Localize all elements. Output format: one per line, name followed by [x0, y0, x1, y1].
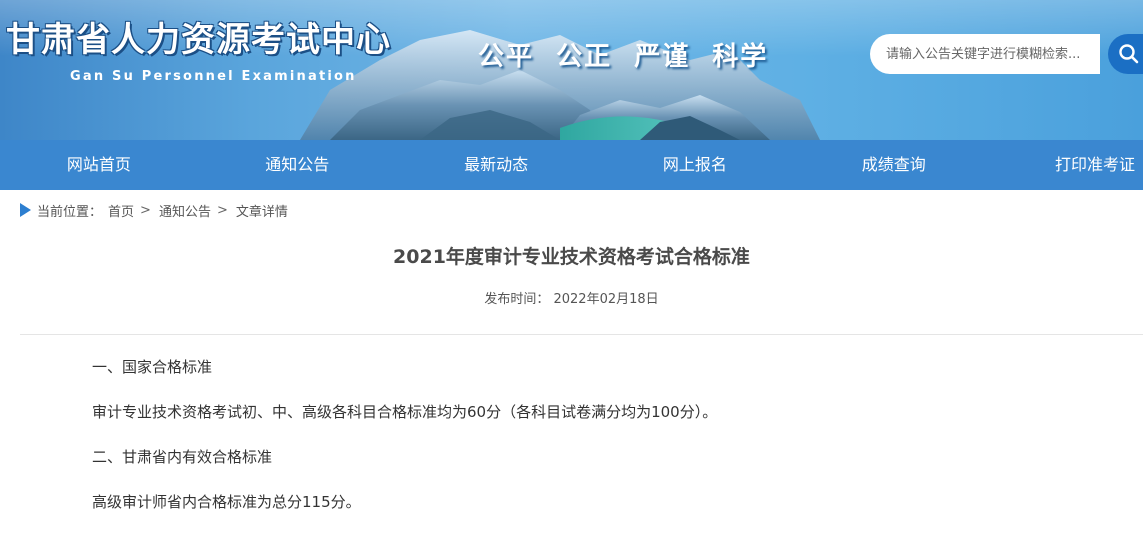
article-paragraph: 一、国家合格标准: [92, 358, 213, 376]
breadcrumb-separator: >: [140, 202, 151, 218]
nav-item-notices[interactable]: 通知公告: [198, 140, 397, 190]
breadcrumb-prefix: 当前位置：: [37, 204, 103, 220]
publish-date-value: 2022年02月18日: [553, 292, 659, 307]
article-paragraph: 高级审计师省内合格标准为总分115分。: [92, 493, 361, 511]
article-paragraph: 二、甘肃省内有效合格标准: [92, 448, 273, 466]
breadcrumb: 当前位置： 首页 > 通知公告 > 文章详情: [0, 190, 1143, 230]
site-logo-title: 甘肃省人力资源考试中心: [6, 20, 391, 60]
nav-item-news[interactable]: 最新动态: [397, 140, 596, 190]
breadcrumb-arrow-icon: [20, 203, 31, 217]
site-logo-subtitle: Gan Su Personnel Examination: [70, 69, 357, 84]
title-divider: [20, 334, 1143, 335]
breadcrumb-link-home[interactable]: 首页: [108, 201, 134, 220]
search-box: [870, 34, 1143, 74]
search-icon: [1119, 44, 1139, 64]
site-slogan: 公平 公正 严谨 科学: [478, 42, 769, 72]
article-body: 一、国家合格标准 审计专业技术资格考试初、中、高级各科目合格标准均为60分（各科…: [0, 345, 1143, 525]
nav-item-score-query[interactable]: 成绩查询: [794, 140, 993, 190]
publish-date-label: 发布时间：: [484, 292, 550, 307]
nav-item-print-admission[interactable]: 打印准考证: [993, 140, 1143, 190]
breadcrumb-separator: >: [216, 202, 228, 218]
breadcrumb-current: 文章详情: [235, 204, 288, 220]
nav-item-registration[interactable]: 网上报名: [595, 140, 794, 190]
article-paragraph: 审计专业技术资格考试初、中、高级各科目合格标准均为60分（各科目试卷满分均为10…: [92, 403, 718, 421]
search-input[interactable]: [870, 34, 1100, 74]
article-title: 2021年度审计专业技术资格考试合格标准: [393, 246, 750, 268]
nav-item-home[interactable]: 网站首页: [0, 140, 198, 190]
publish-date: 发布时间： 2022年02月18日: [0, 290, 1143, 310]
breadcrumb-link-notices[interactable]: 通知公告: [159, 201, 211, 220]
header-banner: 甘肃省人力资源考试中心 Gan Su Personnel Examination…: [0, 0, 1143, 140]
search-button[interactable]: [1108, 34, 1143, 74]
main-nav: 网站首页 通知公告 最新动态 网上报名 成绩查询 打印准考证: [0, 140, 1143, 190]
